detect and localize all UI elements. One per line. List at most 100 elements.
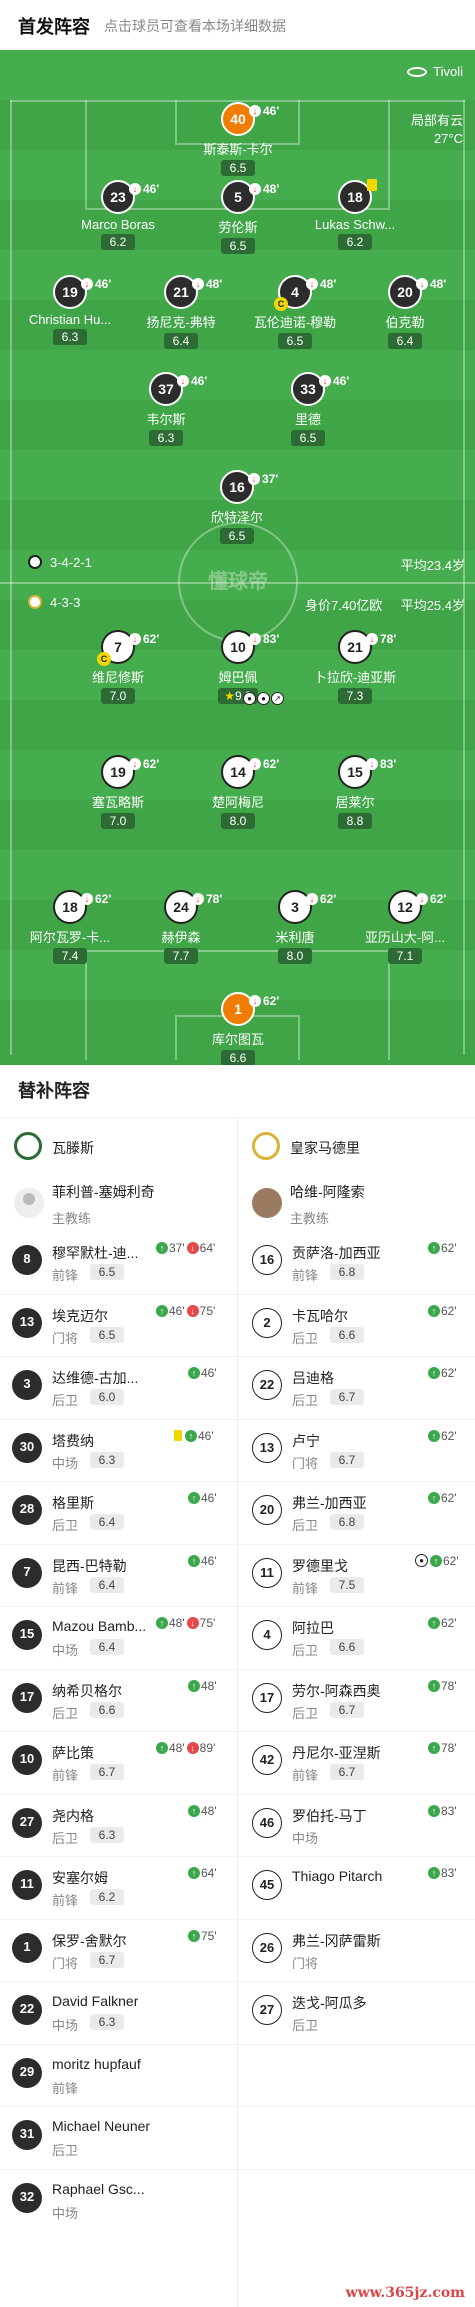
sub-player-name: 埃克迈尔: [52, 1307, 108, 1324]
player-home-9[interactable]: 33 ↓ 46' 里德 6.5: [253, 372, 363, 447]
player-rating: 6.4: [388, 333, 422, 349]
sub-player-name: Raphael Gsc...: [52, 2180, 145, 2197]
sub-player-position: 门将: [292, 1955, 319, 1971]
player-home-5[interactable]: 21 ↓ 48' 扬尼克-弗特 6.4: [126, 275, 236, 350]
sub-player-name: 罗德里戈: [292, 1557, 348, 1574]
sub-in-icon: ↑: [428, 1804, 440, 1817]
sub-player-left-14[interactable]: 31 Michael Neuner 后卫: [0, 2106, 230, 2168]
sub-player-left-3[interactable]: 30 塔费纳 中场 6.3 ↑ 46': [0, 1419, 230, 1481]
home-coach[interactable]: 菲利普-塞姆利奇 主教练: [52, 1182, 155, 1227]
player-name: 赫伊森: [161, 930, 201, 945]
player-away-3[interactable]: 19 ↓ 62' 塞瓦略斯 7.0: [63, 755, 173, 830]
sub-player-rating: 6.7: [330, 1764, 364, 1780]
sub-player-right-3[interactable]: 13 卢宁 门将 6.7 ↑ 62': [240, 1419, 470, 1481]
sub-player-left-0[interactable]: 8 穆罕默杜-迪... 前锋 6.5 ↑ 37' ↓ 64': [0, 1231, 230, 1293]
sub-in-icon: ↑: [188, 1867, 200, 1879]
shirt-number: 17: [12, 1682, 42, 1713]
player-away-7[interactable]: 24 ↓ 78' 赫伊森 7.7: [126, 890, 236, 965]
sub-events: ↑ 78': [428, 1741, 457, 1755]
sub-player-rating: 6.5: [90, 1264, 124, 1280]
player-away-0[interactable]: 7 ↓ 62' C 维尼修斯 7.0: [63, 630, 173, 705]
sub-player-position: 门将: [52, 1955, 79, 1971]
sub-player-left-12[interactable]: 22 David Falkner 中场 6.3: [0, 1981, 230, 2043]
sub-in-icon: ↑: [428, 1367, 440, 1379]
sub-player-name: 迭戈-阿瓜多: [292, 1995, 367, 2011]
shirt-number: 10: [12, 1745, 42, 1775]
player-away-10[interactable]: 1 ↓ 62' 库尔图瓦 6.6: [183, 992, 293, 1065]
player-name: Marco Boras: [81, 217, 155, 232]
sub-player-right-8[interactable]: 42 丹尼尔-亚涅斯 前锋 6.7 ↑ 78': [240, 1731, 470, 1793]
sub-in-icon: ↑: [188, 1804, 200, 1817]
home-crest-icon: [14, 1132, 42, 1160]
sub-player-position: 后卫: [52, 1518, 79, 1533]
sub-player-left-5[interactable]: 7 昆西-巴特勒 前锋 6.4 ↑ 46': [0, 1544, 230, 1606]
player-home-10[interactable]: 16 ↓ 37' 欣特泽尔 6.5: [182, 470, 292, 545]
sub-player-left-15[interactable]: 32 Raphael Gsc... 中场: [0, 2169, 230, 2231]
home-team-name[interactable]: 瓦滕斯: [52, 1138, 94, 1158]
player-away-8[interactable]: 3 ↓ 62' 米利唐 8.0: [240, 890, 350, 965]
sub-out-icon: ↓: [306, 278, 318, 290]
player-name: 里德: [294, 412, 321, 427]
player-away-6[interactable]: 18 ↓ 62' 阿尔瓦罗-卡... 7.4: [15, 890, 125, 965]
sub-player-position: 后卫: [52, 2143, 79, 2158]
player-home-7[interactable]: 20 ↓ 48' 伯克勒 6.4: [350, 275, 460, 350]
sub-player-left-1[interactable]: 13 埃克迈尔 门将 6.5 ↑ 46' ↓ 75': [0, 1294, 230, 1356]
sub-player-left-6[interactable]: 15 Mazou Bamb... 中场 6.4 ↑ 48' ↓ 75': [0, 1606, 230, 1668]
shirt-number: 27: [252, 1995, 282, 2025]
sub-in-icon: ↑: [156, 1304, 168, 1317]
sub-player-name: 罗伯托-马丁: [292, 1807, 367, 1824]
player-away-2[interactable]: 21 ↓ 78' 卜拉欣-迪亚斯 7.3: [300, 630, 410, 705]
sub-player-name: 安塞尔姆: [52, 1870, 108, 1886]
sub-player-right-2[interactable]: 22 吕迪格 后卫 6.7 ↑ 62': [240, 1356, 470, 1418]
away-team-name[interactable]: 皇家马德里: [290, 1138, 360, 1158]
shirt-number: 28: [12, 1495, 42, 1525]
sub-player-left-9[interactable]: 27 尧内格 后卫 6.3 ↑ 48': [0, 1794, 230, 1856]
sub-player-position: 前锋: [52, 2080, 79, 2096]
sub-events: ↑ 48': [188, 1804, 217, 1818]
player-away-9[interactable]: 12 ↓ 62' 亚历山大-阿... 7.1: [350, 890, 460, 965]
sub-player-right-4[interactable]: 20 弗兰-加西亚 后卫 6.8 ↑ 62': [240, 1481, 470, 1543]
sub-events: ↑ 48' ↓ 75': [156, 1616, 215, 1630]
player-away-4[interactable]: 14 ↓ 62' 楚阿梅尼 8.0: [183, 755, 293, 830]
sub-player-left-8[interactable]: 10 萨比策 前锋 6.7 ↑ 48' ↓ 89': [0, 1731, 230, 1793]
sub-player-right-10[interactable]: 45 Thiago Pitarch ↑ 83': [240, 1856, 470, 1918]
sub-player-right-0[interactable]: 16 贡萨洛-加西亚 前锋 6.8 ↑ 62': [240, 1231, 470, 1293]
lineup-header: 首发阵容 点击球员可查看本场详细数据: [0, 0, 475, 50]
sub-player-position: 后卫: [292, 1705, 319, 1721]
away-coach[interactable]: 哈维-阿隆索 主教练: [290, 1182, 365, 1227]
sub-player-right-5[interactable]: 11 罗德里戈 前锋 7.5 ● ↑ 62': [240, 1544, 470, 1606]
player-home-1[interactable]: 23 ↓ 46' Marco Boras 6.2: [63, 180, 173, 251]
player-home-0[interactable]: 40 ↓ 46' 斯泰斯-卡尔 6.5: [183, 102, 293, 177]
sub-out-icon: ↓: [249, 758, 261, 770]
sub-events: ↑ 46': [188, 1366, 217, 1380]
sub-player-left-11[interactable]: 1 保罗-舍默尔 门将 6.7 ↑ 75': [0, 1919, 230, 1981]
sub-player-left-2[interactable]: 3 达维德-古加... 后卫 6.0 ↑ 46': [0, 1356, 230, 1418]
sub-player-right-7[interactable]: 17 劳尔-阿森西奥 后卫 6.7 ↑ 78': [240, 1669, 470, 1731]
player-home-8[interactable]: 37 ↓ 46' 韦尔斯 6.3: [111, 372, 221, 447]
player-home-6[interactable]: 4 ↓ 48' C 瓦伦迪诺-穆勒 6.5: [240, 275, 350, 350]
sub-player-rating: 6.6: [330, 1326, 364, 1343]
sub-player-right-9[interactable]: 46 罗伯托-马丁 中场 ↑ 83': [240, 1794, 470, 1856]
player-home-4[interactable]: 19 ↓ 46' Christian Hu... 6.3: [15, 275, 125, 346]
shirt-number: 15: [12, 1620, 42, 1650]
player-away-5[interactable]: 15 ↓ 83' 居莱尔 8.8: [300, 755, 410, 830]
sub-player-rating: 6.6: [90, 1701, 124, 1718]
sub-player-right-1[interactable]: 2 卡瓦哈尔 后卫 6.6 ↑ 62': [240, 1294, 470, 1356]
player-rating: 7.4: [53, 948, 87, 964]
sub-in-icon: ↑: [428, 1492, 440, 1504]
player-name: 劳伦斯: [218, 220, 258, 235]
player-home-3[interactable]: 18 Lukas Schw... 6.2: [300, 179, 410, 251]
assist-icon: ↗: [271, 692, 284, 705]
goal-ball-icon: ●: [257, 692, 270, 705]
sub-out-icon: ↓: [192, 893, 204, 905]
sub-out-icon: ↓: [249, 105, 261, 117]
sub-player-right-11[interactable]: 26 弗兰-冈萨雷斯 门将: [240, 1919, 470, 1981]
sub-player-left-13[interactable]: 29 moritz hupfauf 前锋: [0, 2044, 230, 2106]
sub-player-right-6[interactable]: 4 阿拉巴 后卫 6.6 ↑ 62': [240, 1606, 470, 1668]
sub-player-left-10[interactable]: 11 安塞尔姆 前锋 6.2 ↑ 64': [0, 1856, 230, 1918]
star-icon: ★: [224, 689, 236, 703]
player-home-2[interactable]: 5 ↓ 48' 劳伦斯 6.5: [183, 180, 293, 255]
sub-player-left-4[interactable]: 28 格里斯 后卫 6.4 ↑ 46': [0, 1481, 230, 1543]
sub-player-right-12[interactable]: 27 迭戈-阿瓜多 后卫: [240, 1981, 470, 2043]
sub-player-left-7[interactable]: 17 纳希贝格尔 后卫 6.6 ↑ 48': [0, 1669, 230, 1731]
